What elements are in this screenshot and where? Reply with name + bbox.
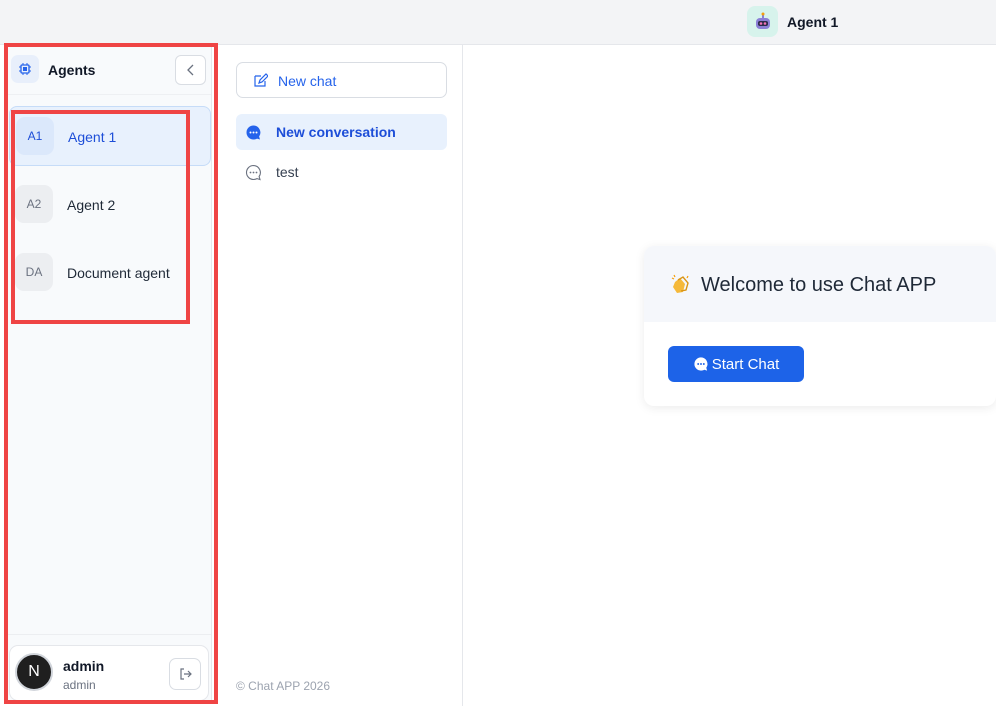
conversation-label: New conversation [276, 124, 396, 140]
logout-button[interactable] [169, 658, 201, 690]
new-chat-label: New chat [278, 73, 337, 89]
agents-sidebar: Agents A1 Agent 1 A2 Agent 2 DA Document… [7, 45, 212, 704]
welcome-header: Welcome to use Chat APP [644, 246, 996, 322]
welcome-card: Welcome to use Chat APP Start Chat [644, 246, 996, 406]
logout-icon [180, 668, 192, 680]
user-role: admin [63, 678, 96, 692]
chat-bubble-icon [694, 357, 708, 371]
chat-bubble-outline-icon [245, 164, 261, 181]
sidebar-title: Agents [48, 62, 96, 78]
avatar[interactable]: N [15, 653, 53, 691]
edit-icon [254, 73, 268, 87]
main-area: Welcome to use Chat APP Start Chat [464, 45, 996, 706]
top-bar: Agent 1 [0, 0, 996, 45]
collapse-sidebar-button[interactable] [175, 55, 206, 85]
agent-badge: A2 [15, 185, 53, 223]
chat-bubble-icon [246, 125, 261, 140]
start-chat-button[interactable]: Start Chat [668, 346, 804, 382]
conversation-item-new-conversation[interactable]: New conversation [236, 114, 447, 150]
agent-item-document-agent[interactable]: DA Document agent [9, 243, 211, 303]
conversation-label: test [276, 164, 299, 180]
conversation-panel: New chat New conversation test © Chat AP… [220, 45, 463, 706]
clapping-hands-icon [670, 274, 692, 301]
welcome-title: Welcome to use Chat APP [701, 274, 937, 296]
chip-icon [11, 55, 39, 83]
current-agent-name: Agent 1 [787, 13, 839, 30]
agent-badge: DA [15, 253, 53, 291]
agent-name: Document agent [67, 265, 170, 281]
robot-icon [747, 6, 778, 37]
user-card: N admin admin [9, 645, 209, 701]
agent-name: Agent 2 [67, 197, 116, 213]
sidebar-header: Agents [7, 45, 211, 95]
agent-badge: A1 [16, 117, 54, 155]
start-chat-label: Start Chat [711, 355, 780, 373]
current-agent: Agent 1 [747, 6, 838, 37]
agent-name: Agent 1 [68, 129, 117, 145]
copyright-text: © Chat APP 2026 [236, 679, 331, 693]
chevron-left-icon [186, 64, 193, 76]
agent-item-agent-1[interactable]: A1 Agent 1 [9, 106, 211, 166]
agent-item-agent-2[interactable]: A2 Agent 2 [9, 175, 211, 235]
user-name: admin [63, 658, 105, 674]
new-chat-button[interactable]: New chat [236, 62, 447, 98]
sidebar-footer: N admin admin [7, 634, 211, 704]
conversation-item-test[interactable]: test [236, 154, 447, 190]
